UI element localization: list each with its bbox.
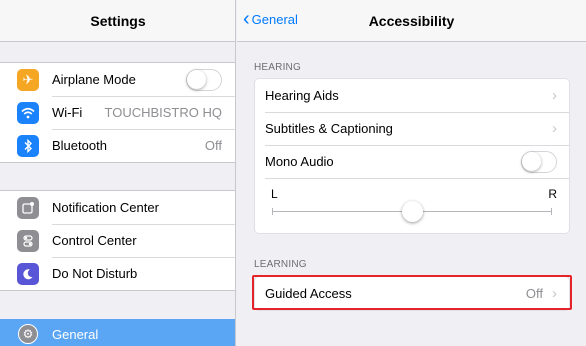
detail-header: ‹ General Accessibility xyxy=(237,0,586,42)
balance-left-label: L xyxy=(271,187,278,201)
hearing-card: Hearing Aids › Subtitles & Captioning › … xyxy=(254,78,570,234)
section-header-learning: LEARNING xyxy=(254,259,307,270)
sidebar-group-centers: Notification Center Control Center Do No… xyxy=(0,190,235,291)
wifi-network-value: TOUCHBISTRO HQ xyxy=(104,105,223,120)
airplane-mode-toggle[interactable] xyxy=(186,68,222,91)
sidebar-item-control-center[interactable]: Control Center xyxy=(0,224,235,257)
sidebar-group-connectivity: ✈ Airplane Mode Wi-Fi TOUCHBISTRO HQ Blu… xyxy=(0,62,235,163)
bluetooth-status-value: Off xyxy=(204,138,222,153)
sidebar-item-label: Notification Center xyxy=(52,200,159,215)
subtitles-captioning-row[interactable]: Subtitles & Captioning › xyxy=(255,112,569,145)
sidebar-item-wifi[interactable]: Wi-Fi TOUCHBISTRO HQ xyxy=(0,96,235,129)
sidebar-item-general[interactable]: ⚙ General xyxy=(0,319,235,346)
sidebar-item-bluetooth[interactable]: Bluetooth Off xyxy=(0,129,235,162)
chevron-right-icon: › xyxy=(552,87,557,104)
sidebar-item-label: Airplane Mode xyxy=(52,72,136,87)
row-label: Hearing Aids xyxy=(265,88,339,103)
sidebar-item-label: Bluetooth xyxy=(52,138,107,153)
moon-icon xyxy=(17,262,39,285)
sidebar-item-label: Wi-Fi xyxy=(52,105,83,120)
control-center-icon xyxy=(17,229,39,252)
hearing-aids-row[interactable]: Hearing Aids › xyxy=(255,79,569,112)
balance-right-label: R xyxy=(548,187,557,201)
sidebar-item-do-not-disturb[interactable]: Do Not Disturb xyxy=(0,257,235,290)
wifi-icon xyxy=(17,101,39,124)
sidebar-item-airplane-mode[interactable]: ✈ Airplane Mode xyxy=(0,63,235,96)
row-label: Subtitles & Captioning xyxy=(265,121,393,136)
balance-slider-row: L R xyxy=(255,178,569,233)
bluetooth-icon xyxy=(17,134,39,157)
mono-audio-toggle[interactable] xyxy=(521,150,557,173)
chevron-right-icon: › xyxy=(552,120,557,137)
mono-audio-row: Mono Audio xyxy=(255,145,569,178)
row-label: Mono Audio xyxy=(265,154,334,169)
settings-sidebar: Settings ✈ Airplane Mode Wi-Fi TOUCHBIST… xyxy=(0,0,236,346)
sidebar-title: Settings xyxy=(90,12,146,29)
sidebar-header: Settings xyxy=(0,0,235,42)
page-title: Accessibility xyxy=(368,13,455,29)
accessibility-pane: ‹ General Accessibility HEARING Hearing … xyxy=(237,0,586,346)
balance-slider-thumb[interactable] xyxy=(401,201,423,222)
sidebar-item-label: General xyxy=(52,326,99,342)
guided-access-highlight xyxy=(252,275,572,310)
sidebar-item-label: Do Not Disturb xyxy=(52,266,138,281)
gear-icon: ⚙ xyxy=(18,324,38,344)
slider-tick-right xyxy=(551,208,552,215)
sidebar-item-label: Control Center xyxy=(52,233,137,248)
section-header-hearing: HEARING xyxy=(254,62,301,73)
airplane-icon: ✈ xyxy=(17,68,39,91)
sidebar-item-notification-center[interactable]: Notification Center xyxy=(0,191,235,224)
notification-center-icon xyxy=(17,196,39,219)
